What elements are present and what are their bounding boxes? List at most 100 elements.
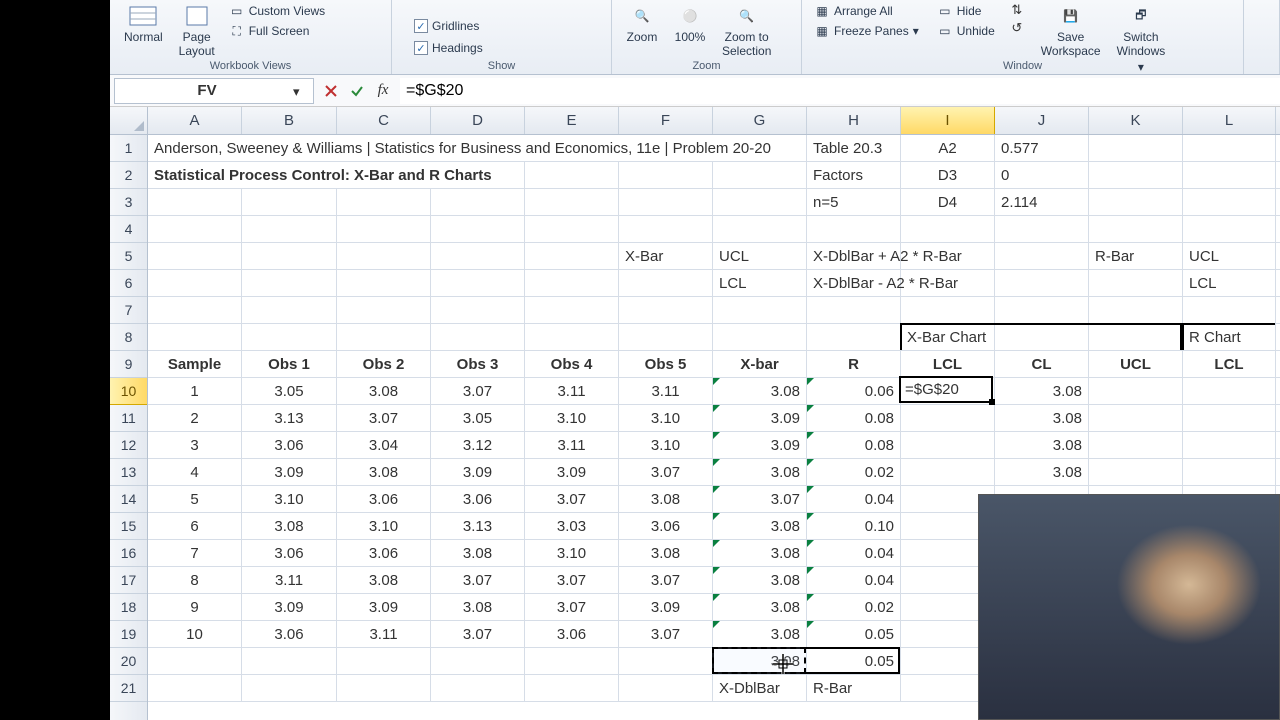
- cell[interactable]: [1089, 459, 1183, 485]
- cell[interactable]: 3.13: [242, 405, 337, 431]
- cell[interactable]: 0: [995, 162, 1089, 188]
- cell[interactable]: [337, 243, 431, 269]
- cell[interactable]: 3.07: [431, 378, 525, 404]
- cell[interactable]: 0.577: [995, 135, 1089, 161]
- cell[interactable]: 0.04: [807, 567, 901, 593]
- cell[interactable]: 5: [148, 486, 242, 512]
- cell[interactable]: [337, 324, 431, 350]
- cell[interactable]: 3.03: [525, 513, 619, 539]
- cell[interactable]: R: [807, 351, 901, 377]
- cell[interactable]: [525, 270, 619, 296]
- column-header-G[interactable]: G: [713, 107, 807, 134]
- cell[interactable]: [148, 189, 242, 215]
- cell[interactable]: [901, 297, 995, 323]
- chevron-down-icon[interactable]: ▾: [293, 84, 307, 98]
- macros-button[interactable]: [1252, 2, 1264, 6]
- cell[interactable]: [242, 243, 337, 269]
- active-cell-editing[interactable]: =$G$20: [899, 376, 993, 403]
- cell[interactable]: 3.07: [431, 621, 525, 647]
- sync-scroll-icon[interactable]: ⇅: [1009, 2, 1025, 18]
- cell[interactable]: 3.07: [525, 594, 619, 620]
- row-header-16[interactable]: 16: [110, 540, 147, 567]
- cell[interactable]: [713, 189, 807, 215]
- cell[interactable]: [713, 162, 807, 188]
- cell[interactable]: 3.04: [337, 432, 431, 458]
- cell[interactable]: [901, 459, 995, 485]
- normal-view-button[interactable]: Normal: [118, 2, 169, 46]
- cell[interactable]: 3.09: [713, 405, 807, 431]
- cell[interactable]: 3.05: [242, 378, 337, 404]
- cell[interactable]: LCL: [1183, 270, 1276, 296]
- cell[interactable]: D4: [901, 189, 995, 215]
- row-header-14[interactable]: 14: [110, 486, 147, 513]
- row-header-3[interactable]: 3: [110, 189, 147, 216]
- cell[interactable]: 3.08: [995, 405, 1089, 431]
- cell[interactable]: 3.06: [337, 486, 431, 512]
- cell[interactable]: [337, 270, 431, 296]
- row-header-12[interactable]: 12: [110, 432, 147, 459]
- cell[interactable]: 3.11: [525, 378, 619, 404]
- cell[interactable]: 4: [148, 459, 242, 485]
- zoom-selection-button[interactable]: 🔍Zoom to Selection: [716, 2, 777, 60]
- column-headers[interactable]: ABCDEFGHIJKL: [148, 107, 1280, 135]
- cell[interactable]: 3.10: [337, 513, 431, 539]
- cell[interactable]: [1089, 216, 1183, 242]
- cell[interactable]: 0.04: [807, 486, 901, 512]
- cell[interactable]: 3.09: [242, 459, 337, 485]
- cell[interactable]: 3.10: [242, 486, 337, 512]
- cell[interactable]: Statistical Process Control: X-Bar and R…: [148, 162, 525, 188]
- cell[interactable]: 3.08: [619, 486, 713, 512]
- column-header-H[interactable]: H: [807, 107, 901, 134]
- insert-function-button[interactable]: fx: [372, 80, 394, 102]
- cell[interactable]: [1183, 378, 1276, 404]
- cell[interactable]: [901, 432, 995, 458]
- cell[interactable]: 3.07: [525, 567, 619, 593]
- cell[interactable]: [242, 297, 337, 323]
- cell[interactable]: [713, 297, 807, 323]
- cell[interactable]: 3: [148, 432, 242, 458]
- row-header-8[interactable]: 8: [110, 324, 147, 351]
- cell[interactable]: 3.08: [995, 459, 1089, 485]
- cell[interactable]: 3.09: [713, 432, 807, 458]
- cell[interactable]: 3.08: [242, 513, 337, 539]
- cell[interactable]: LCL: [1183, 351, 1276, 377]
- column-header-K[interactable]: K: [1089, 107, 1183, 134]
- cell[interactable]: [713, 216, 807, 242]
- cell[interactable]: Anderson, Sweeney & Williams | Statistic…: [148, 135, 807, 161]
- column-header-F[interactable]: F: [619, 107, 713, 134]
- cell[interactable]: [1183, 459, 1276, 485]
- cell[interactable]: n=5: [807, 189, 901, 215]
- cell[interactable]: 0.05: [807, 648, 901, 674]
- cell[interactable]: [431, 675, 525, 701]
- cell[interactable]: 3.06: [242, 432, 337, 458]
- cell[interactable]: [148, 243, 242, 269]
- cell[interactable]: X-Bar Chart: [901, 324, 995, 350]
- column-header-C[interactable]: C: [337, 107, 431, 134]
- cell[interactable]: 3.08: [713, 594, 807, 620]
- freeze-panes-button[interactable]: ▦Freeze Panes▾: [810, 22, 923, 40]
- cell[interactable]: 0.10: [807, 513, 901, 539]
- cell[interactable]: 0.02: [807, 459, 901, 485]
- cell[interactable]: [995, 270, 1089, 296]
- row-header-20[interactable]: 20: [110, 648, 147, 675]
- cell[interactable]: R-Bar: [1089, 243, 1183, 269]
- cell[interactable]: [337, 216, 431, 242]
- reset-window-icon[interactable]: ↺: [1009, 20, 1025, 36]
- cell[interactable]: Obs 3: [431, 351, 525, 377]
- row-header-7[interactable]: 7: [110, 297, 147, 324]
- cell[interactable]: [431, 189, 525, 215]
- zoom-button[interactable]: 🔍Zoom: [620, 2, 664, 46]
- cell[interactable]: [242, 189, 337, 215]
- cell[interactable]: 3.11: [337, 621, 431, 647]
- cell[interactable]: [525, 243, 619, 269]
- cell[interactable]: UCL: [1183, 243, 1276, 269]
- accept-formula-button[interactable]: [346, 80, 368, 102]
- cell[interactable]: 3.09: [525, 459, 619, 485]
- cell[interactable]: [995, 216, 1089, 242]
- row-headers[interactable]: 123456789101112131415161718192021: [110, 135, 148, 720]
- cell[interactable]: [242, 324, 337, 350]
- cell[interactable]: 9: [148, 594, 242, 620]
- cell[interactable]: [525, 162, 619, 188]
- cell[interactable]: X-DblBar - A2 * R-Bar: [807, 270, 901, 296]
- row-header-15[interactable]: 15: [110, 513, 147, 540]
